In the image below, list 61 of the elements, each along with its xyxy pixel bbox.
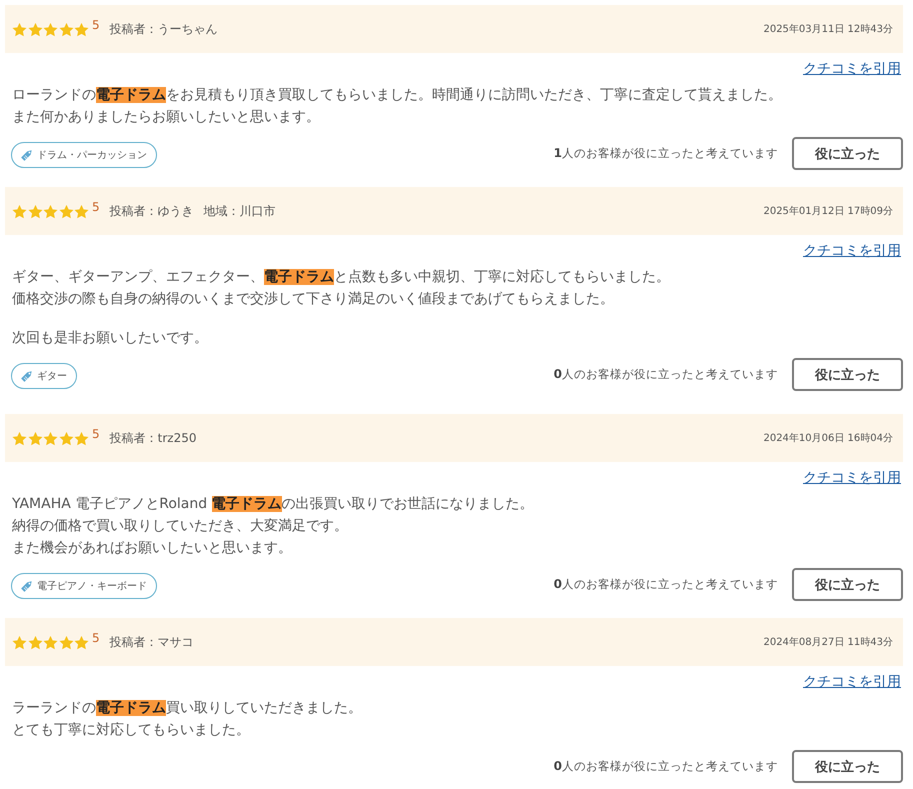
category-tag[interactable]: 電子ピアノ・キーボード	[11, 573, 157, 599]
reviewer-info: 投稿者：うーちゃん	[110, 20, 218, 38]
rating-number: 5	[92, 631, 100, 645]
star-icon	[74, 430, 89, 446]
helpful-button[interactable]: 役に立った	[792, 137, 903, 170]
reviewer-info: 投稿者：trz250	[110, 430, 196, 446]
star-icon	[58, 430, 74, 446]
reviewer-info: 投稿者：ゆうき	[110, 202, 194, 220]
star-icon	[28, 204, 42, 218]
star-icon	[58, 204, 74, 218]
star-icon	[12, 634, 27, 650]
helpful-button[interactable]: 役に立った	[792, 750, 903, 783]
review-date: 2025年03月11日 12時43分	[763, 22, 893, 36]
star-icon	[43, 204, 58, 218]
star-icon	[28, 634, 42, 650]
review-text: 次回も是非お願いしたいです。	[12, 329, 208, 348]
helpful-count-text: 1人のお客様が役に立ったと考えています	[554, 146, 778, 161]
star-icon	[74, 204, 89, 218]
star-icon	[12, 204, 27, 218]
review-text: 価格交渉の際も自身の納得のいくまで交渉して下さり満足のいく値段まであげてもらえました。	[12, 290, 614, 309]
quote-review-link[interactable]: クチコミを引用	[803, 61, 901, 77]
rating-number: 5	[92, 200, 100, 214]
quote-review-link[interactable]: クチコミを引用	[803, 470, 901, 486]
review-text: また機会があればお願いしたいと思います。	[12, 539, 292, 558]
review-text: ローランドの電子ドラムをお見積もり頂き買取してもらいました。時間通りに訪問いただき、丁寧に査定して貰えました。	[12, 86, 782, 105]
tag-icon	[20, 370, 33, 382]
star-icon	[74, 22, 89, 36]
helpful-button[interactable]: 役に立った	[792, 568, 903, 601]
category-tag[interactable]: ギター	[11, 363, 77, 389]
star-icon	[28, 22, 42, 36]
star-icon	[58, 634, 74, 650]
tag-icon	[20, 148, 33, 162]
tag-icon	[20, 580, 33, 592]
star-icon	[12, 22, 27, 36]
rating-number: 5	[92, 18, 100, 32]
reviewer-info: 投稿者：マサコ	[110, 634, 194, 650]
star-icon	[58, 22, 74, 36]
review-text: ラーランドの電子ドラム買い取りしていただきました。	[12, 699, 362, 718]
star-icon	[12, 430, 27, 446]
star-icon	[28, 430, 42, 446]
review-date: 2024年08月27日 11時43分	[763, 636, 893, 649]
review-text: また何かありましたらお願いしたいと思います。	[12, 108, 320, 127]
reviewer-info: 地域：川口市	[204, 202, 276, 220]
review-text: ギター、ギターアンプ、エフェクター、電子ドラムと点数も多い中親切、丁寧に対応してもらいました。	[12, 268, 670, 287]
helpful-count-text: 0人のお客様が役に立ったと考えています	[554, 759, 778, 774]
star-icon	[43, 430, 58, 446]
review-text: YAMAHA 電子ピアノとRoland 電子ドラムの出張買い取りでお世話になりました。	[12, 495, 534, 514]
review-text: 納得の価格で買い取りしていただき、大変満足です。	[12, 517, 348, 536]
review-date: 2025年01月12日 17時09分	[763, 204, 893, 218]
review-text: とても丁寧に対応してもらいました。	[12, 721, 250, 740]
quote-review-link[interactable]: クチコミを引用	[803, 674, 901, 690]
star-icon	[43, 22, 58, 36]
category-tag[interactable]: ドラム・パーカッション	[11, 142, 157, 168]
rating-number: 5	[92, 427, 100, 441]
helpful-count-text: 0人のお客様が役に立ったと考えています	[554, 367, 778, 382]
helpful-count-text: 0人のお客様が役に立ったと考えています	[554, 577, 778, 592]
star-icon	[74, 634, 89, 650]
quote-review-link[interactable]: クチコミを引用	[803, 243, 901, 259]
star-icon	[43, 634, 58, 650]
review-date: 2024年10月06日 16時04分	[763, 432, 893, 445]
helpful-button[interactable]: 役に立った	[792, 358, 903, 391]
